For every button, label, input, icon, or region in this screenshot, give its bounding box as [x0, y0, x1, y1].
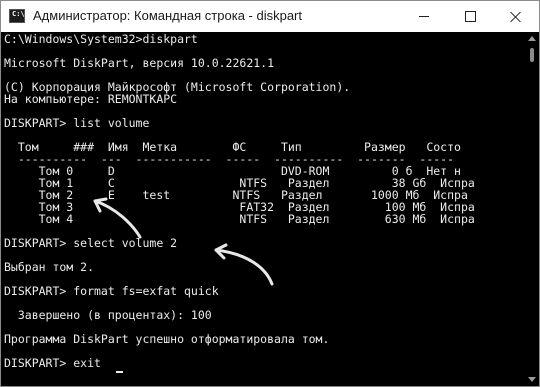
console-line: DISKPART> list volume: [4, 116, 150, 130]
scrollbar-thumb[interactable]: [530, 48, 534, 62]
console-line: Завершено (в процентах): 100: [4, 308, 212, 322]
maximize-button[interactable]: [447, 1, 493, 32]
console-line: Microsoft DiskPart, версия 10.0.22621.1: [4, 56, 275, 70]
console-line: C:\Windows\System32>diskpart: [4, 32, 198, 46]
console-output[interactable]: C:\Windows\System32>diskpart Microsoft D…: [1, 32, 525, 386]
title-bar[interactable]: C:\ Администратор: Командная строка - di…: [1, 1, 539, 32]
console-line: DISKPART> select volume 2: [4, 236, 178, 250]
console-line: Том 4 NTFS Раздел 630 Мб Испра: [4, 212, 475, 226]
console-line: DISKPART> exit: [4, 356, 101, 370]
vertical-scrollbar[interactable]: [525, 32, 539, 386]
console-line: Выбран том 2.: [4, 260, 95, 274]
minimize-icon: [419, 16, 429, 17]
maximize-icon: [464, 11, 476, 22]
minimize-button[interactable]: [401, 1, 447, 32]
console-line: На компьютере: REMONTKAPC: [4, 92, 178, 106]
close-button[interactable]: [493, 1, 539, 32]
command-prompt-window: C:\ Администратор: Командная строка - di…: [0, 0, 540, 387]
window-title: Администратор: Командная строка - diskpa…: [33, 8, 303, 23]
text-cursor: [116, 371, 123, 373]
cmd-app-icon: C:\: [9, 9, 25, 23]
console-line: Программа DiskPart успешно отформатирова…: [4, 332, 330, 346]
close-icon: [510, 11, 522, 23]
cmd-app-icon-text: C:\: [12, 10, 25, 18]
scroll-up-arrow-icon[interactable]: [528, 36, 536, 41]
console-line: DISKPART> format fs=exfat quick: [4, 284, 219, 298]
scroll-down-arrow-icon[interactable]: [528, 377, 536, 382]
